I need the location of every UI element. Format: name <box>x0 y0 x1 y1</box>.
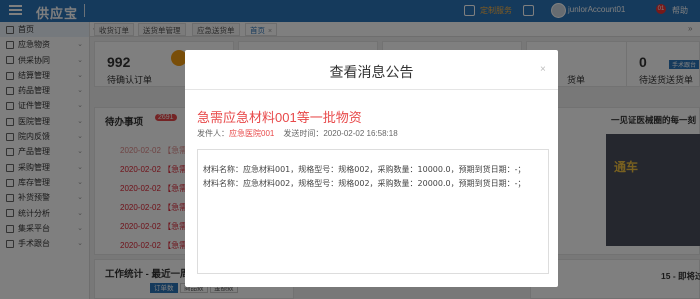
send-time-label: 发送时间： <box>283 129 324 138</box>
notice-dialog: 查看消息公告 × 急需应急材料001等一批物资 发件人：应急医院001 发送时间：… <box>185 50 558 287</box>
message-line: 材料名称：应急材料002，规格型号：规格002，采购数量：20000.0，预期到… <box>203 179 526 188</box>
message-line: 材料名称：应急材料001，规格型号：规格002，采购数量：10000.0，预期到… <box>203 165 526 174</box>
sender-name[interactable]: 应急医院001 <box>229 129 274 138</box>
notice-title: 急需应急材料001等一批物资 <box>197 110 362 125</box>
close-icon[interactable]: × <box>540 64 546 75</box>
send-time: 2020-02-02 16:58:18 <box>323 129 398 138</box>
dialog-header: 查看消息公告 × <box>185 50 558 90</box>
dialog-title: 查看消息公告 <box>329 64 414 80</box>
notice-meta: 发件人：应急医院001 发送时间：2020-02-02 16:58:18 <box>197 128 398 139</box>
sender-label: 发件人： <box>197 129 229 138</box>
message-body: 材料名称：应急材料001，规格型号：规格002，采购数量：10000.0，预期到… <box>197 149 549 274</box>
